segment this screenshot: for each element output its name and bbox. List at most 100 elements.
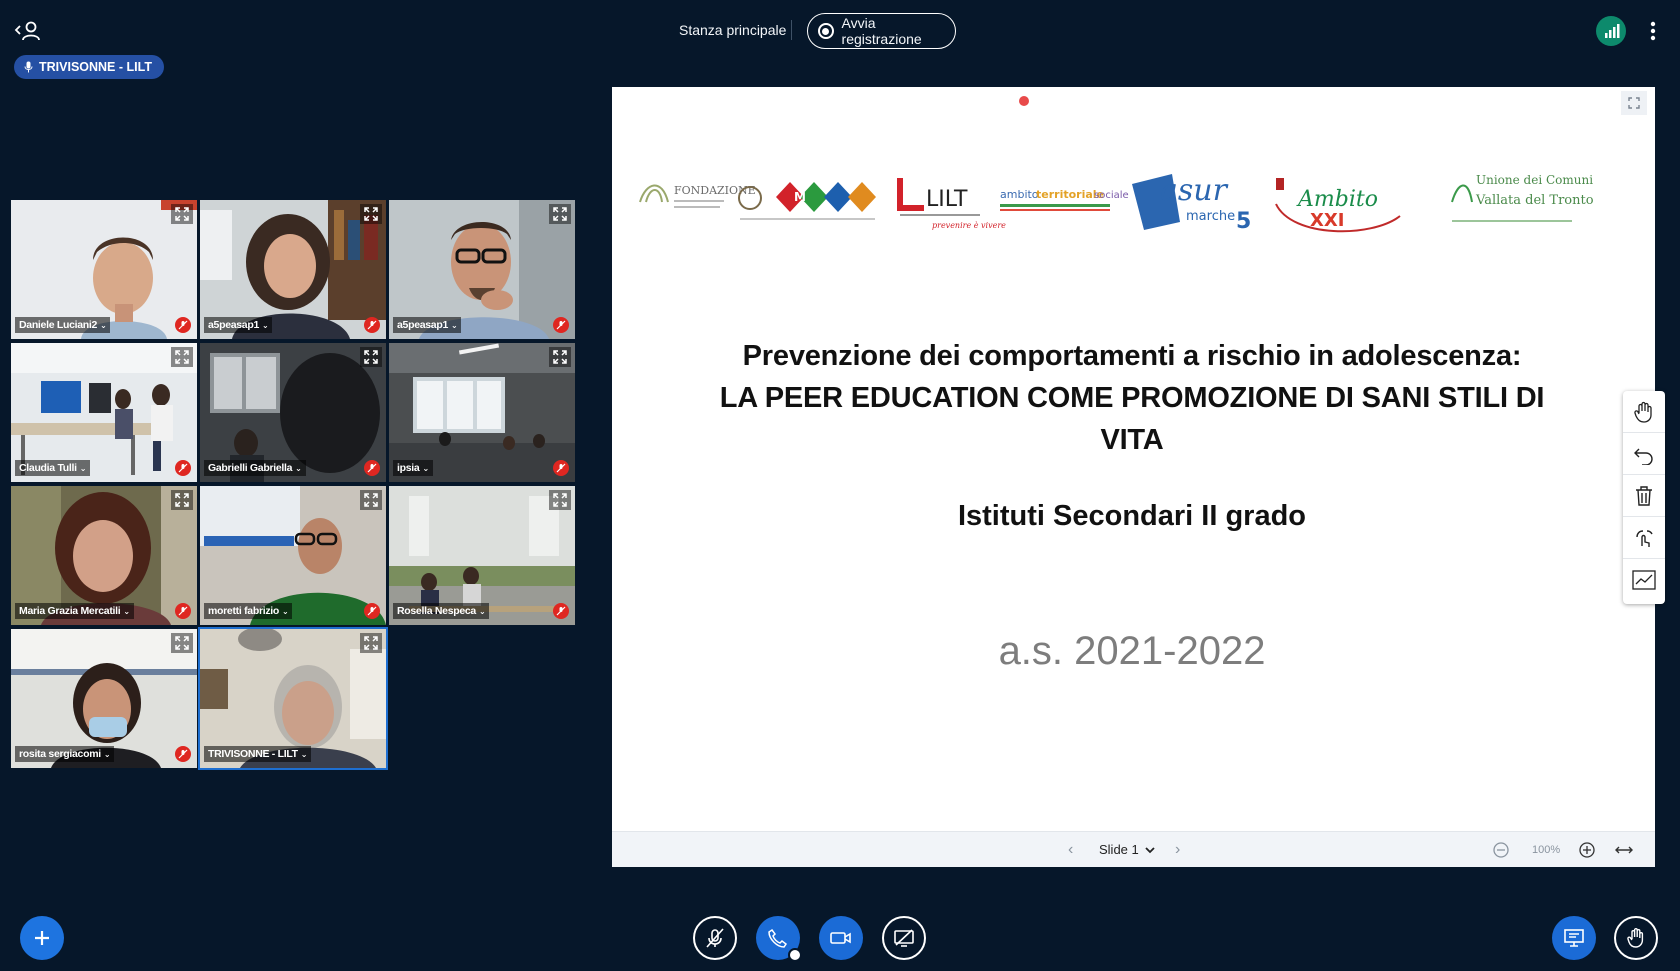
webcam-user-menu[interactable]: TRIVISONNE - LILT ⌄ xyxy=(204,746,312,762)
zoom-out-button[interactable] xyxy=(1492,841,1510,859)
webcam-user-menu[interactable]: a5peasap1 ⌄ xyxy=(204,317,273,333)
webcam-tile[interactable]: Rosella Nespeca ⌄ xyxy=(389,486,575,625)
audio-settings-badge[interactable] xyxy=(788,948,802,962)
connection-status-button[interactable] xyxy=(1596,16,1626,46)
fullscreen-button[interactable] xyxy=(549,347,571,367)
logo-unione-comuni: Unione dei Comuni Vallata del Tronto xyxy=(1451,173,1594,222)
user-list-toggle-button[interactable] xyxy=(14,18,42,44)
chevron-down-icon: ⌄ xyxy=(451,320,458,330)
logo-ambito-territoriale: ambito territoriale sociale xyxy=(1000,188,1129,211)
phone-icon xyxy=(768,928,788,948)
expand-icon xyxy=(175,636,189,650)
webcam-tile[interactable]: Daniele Luciani2 ⌄ xyxy=(11,200,197,339)
zoom-out-icon xyxy=(1493,842,1509,858)
start-recording-button[interactable]: Avvia registrazione xyxy=(807,13,956,49)
webcam-user-menu[interactable]: rosita sergiacomi ⌄ xyxy=(15,746,115,762)
muted-mic-icon xyxy=(553,603,569,619)
svg-text:FONDAZIONE: FONDAZIONE xyxy=(674,184,756,197)
webcam-user-menu[interactable]: a5peasap1 ⌄ xyxy=(393,317,462,333)
clear-annotations-button[interactable] xyxy=(1623,475,1665,517)
webcam-tile[interactable]: Maria Grazia Mercatili ⌄ xyxy=(11,486,197,625)
expand-icon xyxy=(1628,97,1640,109)
webcam-user-menu[interactable]: Maria Grazia Mercatili ⌄ xyxy=(15,603,134,619)
share-screen-button[interactable] xyxy=(882,916,926,960)
line-chart-icon xyxy=(1632,570,1656,590)
webcam-user-name: ipsia xyxy=(397,462,420,474)
hand-icon xyxy=(1634,401,1652,423)
presentation-area[interactable]: FONDAZIONE M LILT prevenire è vivere amb… xyxy=(612,87,1655,867)
fullscreen-button[interactable] xyxy=(360,204,382,224)
slide-select[interactable]: Slide 1 xyxy=(1099,842,1155,857)
fullscreen-button[interactable] xyxy=(360,347,382,367)
svg-text:LILT: LILT xyxy=(926,187,968,212)
chevron-down-icon: ⌄ xyxy=(282,606,289,616)
fullscreen-button[interactable] xyxy=(549,204,571,224)
webcam-user-menu[interactable]: Claudia Tulli ⌄ xyxy=(15,460,91,476)
zoom-in-button[interactable] xyxy=(1578,841,1596,859)
webcam-user-menu[interactable]: Daniele Luciani2 ⌄ xyxy=(15,317,111,333)
logo-lilt: LILT prevenire è vivere xyxy=(897,178,1006,230)
drawing-tools-button[interactable] xyxy=(1623,559,1665,601)
expand-icon xyxy=(175,207,189,221)
webcam-tile[interactable]: a5peasap1 ⌄ xyxy=(200,200,386,339)
multi-user-whiteboard-button[interactable] xyxy=(1623,517,1665,559)
next-slide-button[interactable]: › xyxy=(1175,841,1180,859)
raise-hand-icon xyxy=(1627,928,1644,948)
fullscreen-button[interactable] xyxy=(360,633,382,653)
previous-slide-button[interactable]: ‹ xyxy=(1068,841,1073,859)
logo-ambito-xxi: Ambito XXI xyxy=(1275,178,1401,233)
undo-icon xyxy=(1634,448,1653,465)
expand-icon xyxy=(364,207,378,221)
stop-webcam-button[interactable] xyxy=(819,916,863,960)
expand-icon xyxy=(364,636,378,650)
fullscreen-button[interactable] xyxy=(171,347,193,367)
fullscreen-button[interactable] xyxy=(549,490,571,510)
options-menu-button[interactable] xyxy=(1644,18,1662,44)
expand-icon xyxy=(553,350,567,364)
webcam-user-name: Daniele Luciani2 xyxy=(19,319,98,331)
actions-menu-button[interactable] xyxy=(20,916,64,960)
webcam-user-name: Gabrielli Gabriella xyxy=(208,462,293,474)
muted-mic-icon xyxy=(553,317,569,333)
webcam-user-name: a5peasap1 xyxy=(208,319,260,331)
webcam-tile[interactable]: rosita sergiacomi ⌄ xyxy=(11,629,197,768)
fit-to-width-button[interactable] xyxy=(1614,841,1634,859)
fullscreen-button[interactable] xyxy=(171,633,193,653)
chevron-down-icon: ⌄ xyxy=(79,463,87,473)
presentation-fullscreen-button[interactable] xyxy=(1621,91,1647,115)
fullscreen-button[interactable] xyxy=(171,490,193,510)
webcam-user-name: Maria Grazia Mercatili xyxy=(19,605,121,617)
users-icon xyxy=(14,21,40,41)
talking-indicator[interactable]: TRIVISONNE - LILT xyxy=(14,55,164,79)
raise-hand-button[interactable] xyxy=(1614,916,1658,960)
record-label: Avvia registrazione xyxy=(841,15,922,47)
pan-tool-button[interactable] xyxy=(1623,391,1665,433)
hide-presentation-button[interactable] xyxy=(1552,916,1596,960)
leave-audio-button[interactable] xyxy=(756,916,802,962)
webcam-tile[interactable]: Claudia Tulli ⌄ xyxy=(11,343,197,482)
microphone-icon xyxy=(24,61,33,73)
webcam-tile[interactable]: moretti fabrizio ⌄ xyxy=(200,486,386,625)
svg-text:asur: asur xyxy=(1160,173,1229,208)
fullscreen-button[interactable] xyxy=(171,204,193,224)
unmute-microphone-button[interactable] xyxy=(693,916,737,960)
webcam-user-menu[interactable]: moretti fabrizio ⌄ xyxy=(204,603,293,619)
zoom-in-icon xyxy=(1579,842,1595,858)
undo-annotation-button[interactable] xyxy=(1623,433,1665,475)
expand-icon xyxy=(175,350,189,364)
svg-text:M: M xyxy=(794,190,806,204)
webcam-user-menu[interactable]: ipsia ⌄ xyxy=(393,460,433,476)
webcam-tile[interactable]: Gabrielli Gabriella ⌄ xyxy=(200,343,386,482)
webcam-tile-selected[interactable]: TRIVISONNE - LILT ⌄ xyxy=(198,627,388,770)
presentation-icon xyxy=(1564,929,1584,947)
svg-text:Unione dei Comuni: Unione dei Comuni xyxy=(1476,173,1593,187)
webcam-tile[interactable]: a5peasap1 ⌄ xyxy=(389,200,575,339)
muted-mic-icon xyxy=(175,317,191,333)
webcam-tile[interactable]: ipsia ⌄ xyxy=(389,343,575,482)
muted-mic-icon xyxy=(364,603,380,619)
zoom-level[interactable]: 100% xyxy=(1532,844,1560,856)
svg-text:5: 5 xyxy=(1236,209,1251,234)
fullscreen-button[interactable] xyxy=(360,490,382,510)
webcam-user-menu[interactable]: Gabrielli Gabriella ⌄ xyxy=(204,460,306,476)
webcam-user-menu[interactable]: Rosella Nespeca ⌄ xyxy=(393,603,490,619)
